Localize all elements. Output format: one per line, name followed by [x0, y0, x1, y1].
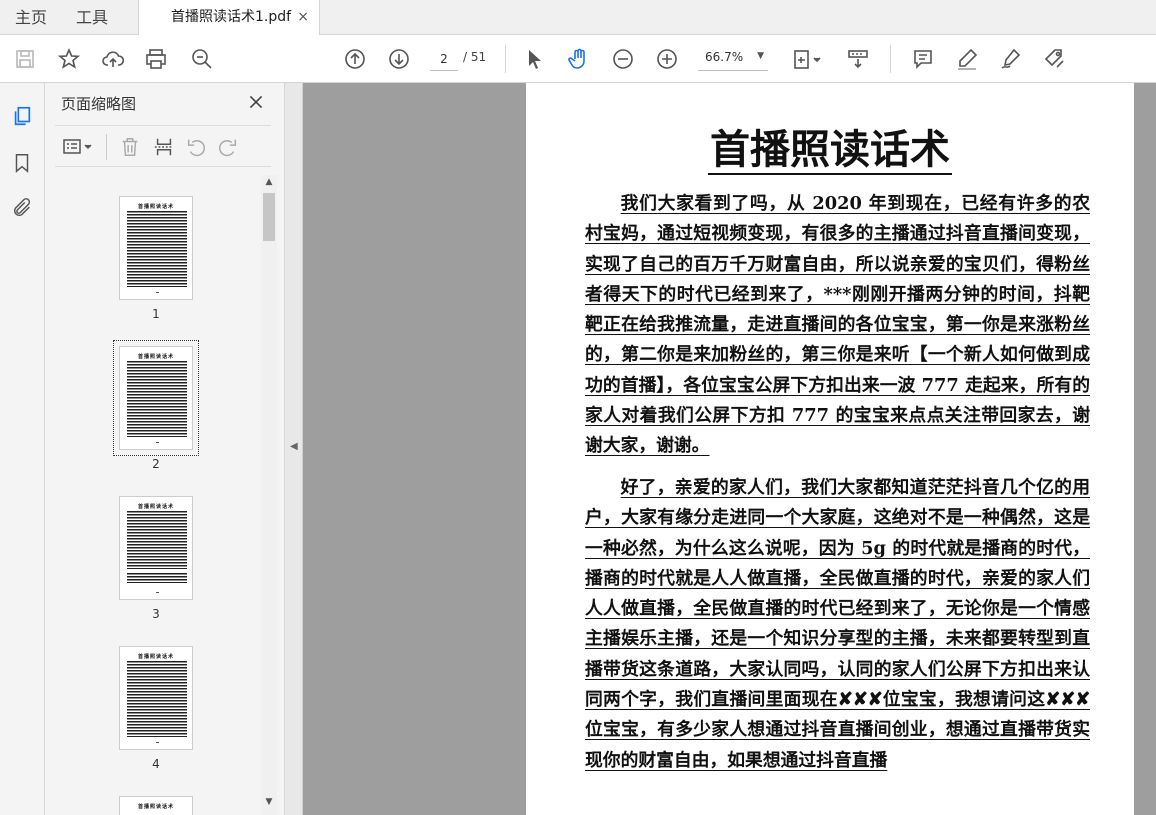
print-icon[interactable] — [142, 45, 170, 73]
cloud-upload-icon[interactable] — [99, 45, 127, 73]
page-thumbnails-icon[interactable] — [8, 102, 36, 130]
panel-title: 页面缩略图 — [61, 95, 137, 113]
thumbnail-title: 首播照读话术 — [137, 504, 174, 510]
thumbnail-title: 首播照读话术 — [137, 354, 174, 360]
navigation-pane — [0, 83, 45, 815]
document-tab[interactable]: 首播照读话术1.pdf × — [138, 0, 320, 36]
thumbnail-title: 首播照读话术 — [137, 654, 174, 660]
select-cursor-icon[interactable] — [521, 45, 549, 73]
thumbnail-page-number: 2 — [152, 457, 160, 471]
document-view[interactable]: 首播照读话术 我们大家看到了吗，从 2020 年到现在，已经有许多的农村宝妈，通… — [303, 83, 1156, 815]
page-total: / 51 — [463, 50, 487, 64]
star-icon[interactable] — [55, 45, 83, 73]
delete-page-icon[interactable] — [117, 134, 143, 160]
attachment-icon[interactable] — [8, 194, 36, 222]
thumbnail-title: 首播照读话术 — [137, 804, 174, 810]
thumbnail-text-lines — [127, 361, 187, 437]
thumbnail-scrollbar[interactable]: ▲ ▼ — [261, 175, 277, 815]
page-fit-icon[interactable] — [790, 45, 824, 73]
thumbnail-title: 首播照读话术 — [137, 204, 174, 210]
menu-home[interactable]: 主页 — [15, 0, 47, 35]
thumbnail-toolbar — [55, 125, 271, 167]
chevron-down-icon: ▼ — [757, 51, 764, 61]
thumbnail-text-lines — [127, 211, 187, 287]
thumbnail-footer — [156, 442, 159, 443]
stamp-tag-icon[interactable] — [1041, 45, 1069, 73]
thumbnail-text-lines — [127, 573, 187, 583]
document-paragraph: 好了，亲爱的家人们，我们大家都知道茫茫抖音几个亿的用户，大家有缘分走进同一个大家… — [585, 477, 1090, 771]
thumbnail-page-number: 1 — [152, 307, 160, 321]
zoom-search-icon[interactable] — [188, 45, 216, 73]
bookmark-icon[interactable] — [8, 149, 36, 177]
rotate-right-icon[interactable] — [215, 134, 241, 160]
zoom-out-icon[interactable] — [609, 45, 637, 73]
toolbar-divider — [890, 45, 891, 73]
zoom-in-icon[interactable] — [653, 45, 681, 73]
thumbnail-text-lines — [127, 661, 187, 737]
highlight-pen-icon[interactable] — [953, 45, 981, 73]
page-thumbnail[interactable]: 首播照读话术 — [119, 796, 193, 815]
zoom-value: 66.7% — [705, 50, 744, 64]
scroll-down-icon[interactable]: ▼ — [261, 797, 277, 807]
close-icon[interactable]: × — [297, 0, 309, 35]
pdf-page: 首播照读话术 我们大家看到了吗，从 2020 年到现在，已经有许多的农村宝妈，通… — [526, 83, 1134, 815]
options-menu-icon[interactable] — [59, 134, 97, 160]
thumbnail-text-lines — [127, 511, 187, 569]
toolbar-divider — [106, 134, 107, 160]
zoom-select[interactable]: 66.7% ▼ — [698, 47, 768, 71]
page-number-input[interactable] — [430, 47, 458, 71]
collapse-left-icon[interactable]: ◀ — [290, 441, 298, 452]
scroll-up-icon[interactable]: ▲ — [261, 177, 277, 187]
page-thumbnail[interactable]: 首播照读话术 — [119, 196, 193, 300]
thumbnail-footer — [156, 742, 159, 743]
save-icon[interactable] — [11, 45, 39, 73]
sign-icon[interactable] — [997, 45, 1025, 73]
scrollbar-thumb[interactable] — [263, 193, 275, 241]
thumbnail-panel: 页面缩略图 首播照读话术 1 首播照读话术 2 首播照读话术 3 首播照读话术 … — [45, 83, 285, 815]
top-menu-bar: 主页 工具 首播照读话术1.pdf × — [0, 0, 1156, 36]
page-thumbnail-selected[interactable]: 首播照读话术 — [113, 340, 199, 456]
panel-splitter[interactable]: ◀ — [285, 83, 303, 815]
thumbnail-page-number: 4 — [152, 757, 160, 771]
thumbnail-footer — [156, 592, 159, 593]
document-paragraph: 我们大家看到了吗，从 2020 年到现在，已经有许多的农村宝妈，通过短视频变现，… — [585, 193, 1090, 457]
document-tab-title: 首播照读话术1.pdf — [171, 9, 292, 25]
previous-page-icon[interactable] — [341, 45, 369, 73]
thumbnail-footer — [156, 292, 159, 293]
toolbar-divider — [505, 45, 506, 73]
main-toolbar: / 51 66.7% ▼ — [0, 35, 1156, 83]
scroll-mode-icon[interactable] — [844, 45, 872, 73]
extract-page-icon[interactable] — [151, 134, 177, 160]
page-thumbnail[interactable]: 首播照读话术 — [119, 496, 193, 600]
close-icon[interactable] — [245, 91, 267, 113]
rotate-left-icon[interactable] — [183, 134, 209, 160]
comment-icon[interactable] — [909, 45, 937, 73]
thumbnail-page-number: 3 — [152, 607, 160, 621]
hand-tool-icon[interactable] — [565, 45, 593, 73]
next-page-icon[interactable] — [385, 45, 413, 73]
menu-tools[interactable]: 工具 — [76, 0, 108, 35]
page-thumbnail[interactable]: 首播照读话术 — [119, 646, 193, 750]
document-title: 首播照读话术 — [708, 126, 952, 175]
